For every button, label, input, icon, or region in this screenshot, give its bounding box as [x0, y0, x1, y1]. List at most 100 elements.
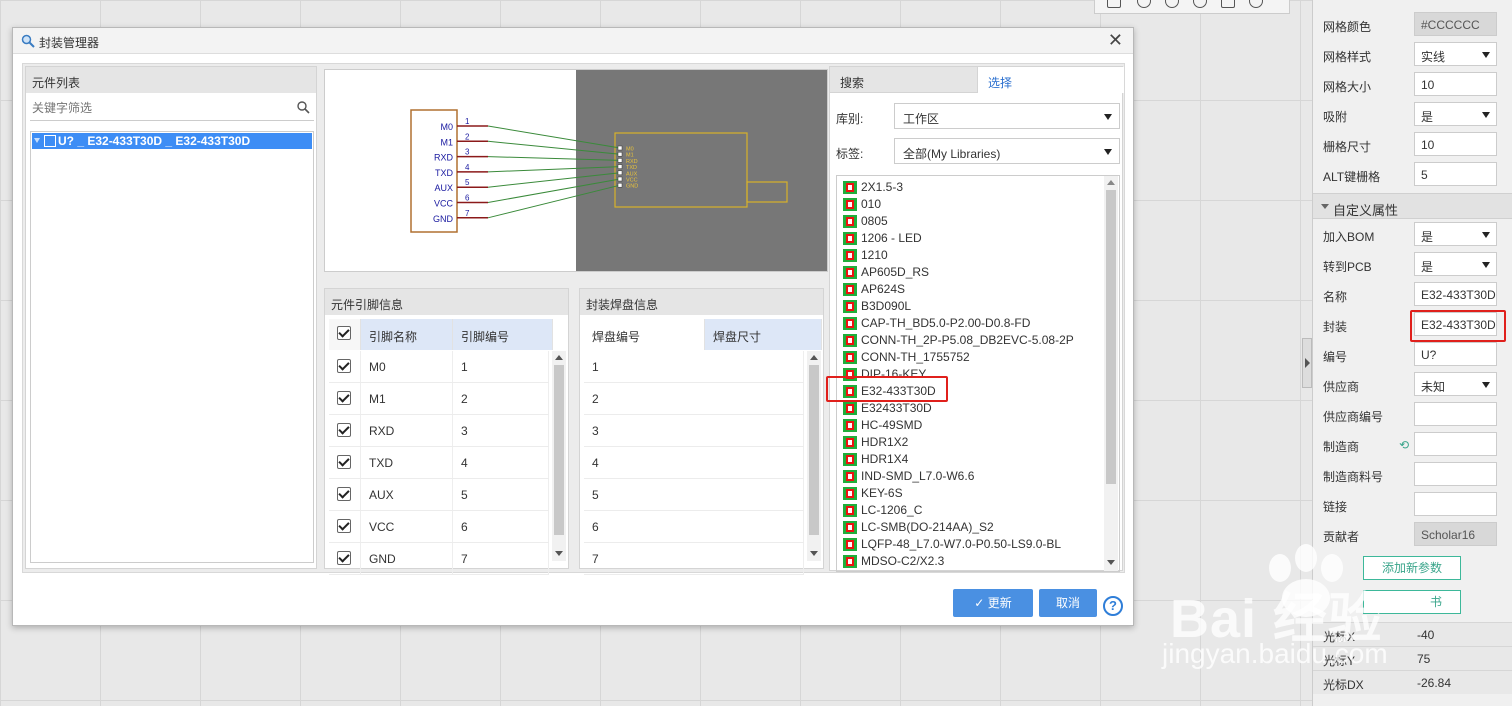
table-row[interactable]: 2: [584, 383, 804, 415]
row-checkbox[interactable]: [337, 455, 351, 469]
list-item[interactable]: 010: [841, 196, 881, 213]
custom-attributes-section[interactable]: 自定义属性: [1313, 193, 1512, 219]
add-param-button[interactable]: 添加新参数: [1363, 556, 1461, 580]
cancel-button[interactable]: 取消: [1039, 589, 1097, 617]
list-item[interactable]: 0805: [841, 213, 888, 230]
list-item[interactable]: 1206 - LED: [841, 230, 922, 247]
list-item[interactable]: CAP-TH_BD5.0-P2.00-D0.8-FD: [841, 315, 1030, 332]
second-param-button[interactable]: 书: [1363, 590, 1461, 614]
prop-input[interactable]: [1414, 432, 1497, 456]
search-icon[interactable]: [297, 101, 310, 114]
list-item[interactable]: LQFP-48_L7.0-W7.0-P0.50-LS9.0-BL: [841, 536, 1061, 553]
col-pin-number[interactable]: 引脚编号: [453, 319, 553, 350]
circle-tool-icon[interactable]: [1165, 0, 1179, 8]
prop-select[interactable]: 是: [1414, 252, 1497, 276]
select-all-checkbox[interactable]: [337, 326, 351, 340]
list-item[interactable]: B3D090L: [841, 298, 911, 315]
pin-number-cell: 2: [453, 383, 549, 414]
library-type-select[interactable]: 工作区: [894, 103, 1120, 129]
table-row[interactable]: 4: [584, 447, 804, 479]
table-row[interactable]: 1: [584, 351, 804, 383]
list-item[interactable]: MDSO-C2/X2.3: [841, 553, 944, 570]
list-item[interactable]: IND-SMD_L7.0-W6.6: [841, 468, 974, 485]
row-checkbox[interactable]: [337, 423, 351, 437]
scroll-up-icon[interactable]: [555, 355, 563, 360]
table-row[interactable]: VCC 6: [329, 511, 549, 543]
scroll-up-icon[interactable]: [810, 355, 818, 360]
table-row[interactable]: RXD 3: [329, 415, 549, 447]
prop-select[interactable]: 未知: [1414, 372, 1497, 396]
help-icon[interactable]: ?: [1103, 596, 1123, 616]
prop-input[interactable]: 10: [1414, 132, 1497, 156]
tab-search[interactable]: 搜索: [830, 67, 978, 93]
prop-select[interactable]: 是: [1414, 222, 1497, 246]
list-item[interactable]: CONN-TH_1755752: [841, 349, 970, 366]
prop-input[interactable]: #CCCCCC: [1414, 12, 1497, 36]
scroll-thumb[interactable]: [809, 365, 819, 535]
scroll-down-icon[interactable]: [555, 551, 563, 556]
expand-icon[interactable]: [34, 138, 40, 143]
row-checkbox[interactable]: [337, 519, 351, 533]
list-item[interactable]: AP624S: [841, 281, 905, 298]
prop-select[interactable]: 是: [1414, 102, 1497, 126]
col-pad-size[interactable]: 焊盘尺寸: [705, 319, 822, 350]
list-item[interactable]: 2X1.5-3: [841, 179, 903, 196]
drag-tool-icon[interactable]: [1249, 0, 1263, 8]
arc-tool-icon[interactable]: [1137, 0, 1151, 8]
rect-tool-icon[interactable]: [1107, 0, 1121, 8]
update-button[interactable]: ✓ 更新: [953, 589, 1033, 617]
list-item[interactable]: LC-1206_C: [841, 502, 922, 519]
prop-input[interactable]: [1414, 462, 1497, 486]
table-row[interactable]: 5: [584, 479, 804, 511]
scroll-down-icon[interactable]: [1107, 560, 1115, 565]
row-checkbox[interactable]: [337, 551, 351, 565]
list-item[interactable]: E32433T30D: [841, 400, 932, 417]
prop-input[interactable]: E32-433T30D: [1414, 282, 1497, 306]
pie-tool-icon[interactable]: [1193, 0, 1207, 8]
prop-input[interactable]: [1414, 402, 1497, 426]
close-icon[interactable]: ✕: [1108, 31, 1123, 49]
list-item[interactable]: HC-49SMD: [841, 417, 922, 434]
row-checkbox[interactable]: [337, 487, 351, 501]
scroll-up-icon[interactable]: [1107, 180, 1115, 185]
col-pin-name[interactable]: 引脚名称: [361, 319, 453, 350]
scroll-thumb[interactable]: [554, 365, 564, 535]
panel-collapse-handle[interactable]: [1302, 338, 1312, 388]
prop-input[interactable]: Scholar16: [1414, 522, 1497, 546]
row-checkbox[interactable]: [337, 359, 351, 373]
table-row[interactable]: 7: [584, 543, 804, 575]
prop-input[interactable]: U?: [1414, 342, 1497, 366]
table-row[interactable]: M0 1: [329, 351, 549, 383]
footprint-list-scrollbar[interactable]: [1104, 176, 1118, 571]
list-item[interactable]: HDR1X4: [841, 451, 908, 468]
prop-input[interactable]: 10: [1414, 72, 1497, 96]
pin-table-scrollbar[interactable]: [552, 351, 566, 561]
list-item[interactable]: LC-SMB(DO-214AA)_S2: [841, 519, 994, 536]
scroll-thumb[interactable]: [1106, 190, 1116, 484]
col-pad-number[interactable]: 焊盘编号: [584, 319, 705, 350]
table-row[interactable]: 3: [584, 415, 804, 447]
table-row[interactable]: AUX 5: [329, 479, 549, 511]
table-row[interactable]: TXD 4: [329, 447, 549, 479]
table-row[interactable]: M1 2: [329, 383, 549, 415]
prop-input[interactable]: [1414, 492, 1497, 516]
list-item[interactable]: CONN-TH_2P-P5.08_DB2EVC-5.08-2P: [841, 332, 1074, 349]
prop-input[interactable]: 5: [1414, 162, 1497, 186]
scroll-down-icon[interactable]: [810, 551, 818, 556]
refresh-icon[interactable]: ⟲: [1399, 438, 1409, 452]
pin-number-cell: 3: [453, 415, 549, 446]
table-row[interactable]: GND 7: [329, 543, 549, 575]
list-item[interactable]: HDR1X2: [841, 434, 908, 451]
filter-input[interactable]: [30, 97, 288, 119]
row-checkbox[interactable]: [337, 391, 351, 405]
list-item[interactable]: 1210: [841, 247, 888, 264]
list-item[interactable]: AP605D_RS: [841, 264, 929, 281]
tab-select[interactable]: 选择: [978, 67, 1124, 93]
tree-item-component[interactable]: U? _ E32-433T30D _ E32-433T30D: [32, 133, 312, 149]
table-row[interactable]: 6: [584, 511, 804, 543]
prop-select[interactable]: 实线: [1414, 42, 1497, 66]
tag-select[interactable]: 全部(My Libraries): [894, 138, 1120, 164]
image-tool-icon[interactable]: [1221, 0, 1235, 8]
list-item[interactable]: KEY-6S: [841, 485, 903, 502]
pad-table-scrollbar[interactable]: [807, 351, 821, 561]
